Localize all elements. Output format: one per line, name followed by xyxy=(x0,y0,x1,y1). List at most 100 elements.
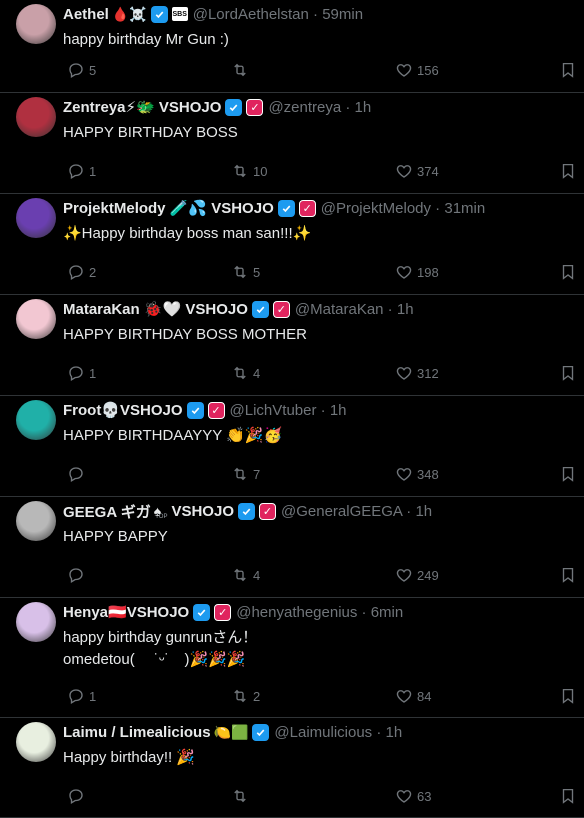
user-handle[interactable]: @GeneralGEEGA · 1h xyxy=(281,503,432,520)
bookmark-button[interactable] xyxy=(555,566,577,584)
separator-dot: · xyxy=(357,603,371,621)
like-button[interactable]: 374 xyxy=(391,162,439,180)
timestamp[interactable]: 1h xyxy=(330,402,347,419)
verified-badge-icon xyxy=(150,5,168,23)
user-handle[interactable]: @zentreya · 1h xyxy=(268,99,371,116)
display-name[interactable]: Aethel xyxy=(63,6,109,23)
avatar[interactable] xyxy=(16,722,56,762)
tweet[interactable]: Aethel 🩸☠️ SBS @LordAethelstan · 59min happy… xyxy=(0,0,584,93)
user-handle[interactable]: @LichVtuber · 1h xyxy=(230,402,347,419)
reply-button[interactable]: 1 xyxy=(63,687,96,705)
action-count: 312 xyxy=(417,365,439,381)
retweet-button[interactable]: 4 xyxy=(227,364,260,382)
like-button[interactable]: 63 xyxy=(391,787,431,805)
bookmark-icon xyxy=(559,566,577,584)
like-button[interactable]: 156 xyxy=(391,61,439,79)
affiliate-badge-icon[interactable]: ✓ xyxy=(214,603,232,621)
reply-button[interactable]: 1 xyxy=(63,364,96,382)
tweet[interactable]: MataraKan 🐞🤍 VSHOJO ✓ @MataraKan · 1h HAPPY… xyxy=(0,295,584,396)
avatar[interactable] xyxy=(16,198,56,238)
tweet[interactable]: Zentreya⚡🐲 VSHOJO ✓ @zentreya · 1h HAPPY BI… xyxy=(0,93,584,194)
bookmark-icon xyxy=(559,364,577,382)
timestamp[interactable]: 1h xyxy=(415,503,432,520)
handle-text: @GeneralGEEGA xyxy=(281,502,403,520)
tweet-feed: Aethel 🩸☠️ SBS @LordAethelstan · 59min happy… xyxy=(0,0,584,818)
action-count: 1 xyxy=(89,365,97,381)
action-count: 4 xyxy=(253,567,261,583)
reply-button[interactable]: 5 xyxy=(63,61,96,79)
reply-button[interactable] xyxy=(63,566,89,584)
heart-icon xyxy=(395,465,413,483)
retweet-button[interactable]: 7 xyxy=(227,465,260,483)
bookmark-button[interactable] xyxy=(555,687,577,705)
user-handle[interactable]: @Laimulicious · 1h xyxy=(274,724,402,741)
tweet-actions: 4 249 xyxy=(63,566,574,586)
user-handle[interactable]: @MataraKan · 1h xyxy=(295,301,414,318)
tweet[interactable]: GEEGA ギガ ♠ TOP VSHOJO ✓ @GeneralGEEGA · 1h HAP… xyxy=(0,497,584,598)
timestamp[interactable]: 1h xyxy=(386,724,403,741)
display-name[interactable]: GEEGA ギガ xyxy=(63,502,151,521)
bookmark-button[interactable] xyxy=(555,162,577,180)
timestamp[interactable]: 1h xyxy=(397,301,414,318)
label-badge-icon[interactable]: SBS xyxy=(171,7,188,21)
like-button[interactable]: 198 xyxy=(391,263,439,281)
display-name[interactable]: Laimu / Limealicious xyxy=(63,724,211,741)
action-count: 4 xyxy=(253,365,261,381)
display-name[interactable]: Froot💀VSHOJO xyxy=(63,401,183,419)
timestamp[interactable]: 59min xyxy=(322,6,363,23)
retweet-button[interactable]: 4 xyxy=(227,566,260,584)
avatar[interactable] xyxy=(16,501,56,541)
reply-button[interactable]: 2 xyxy=(63,263,96,281)
affiliate-badge-icon[interactable]: ✓ xyxy=(298,199,316,217)
avatar[interactable] xyxy=(16,299,56,339)
timestamp[interactable]: 6min xyxy=(371,604,404,621)
reply-icon xyxy=(67,787,85,805)
bookmark-button[interactable] xyxy=(555,364,577,382)
avatar[interactable] xyxy=(16,602,56,642)
display-name[interactable]: ProjektMelody 🧪💦 VSHOJO xyxy=(63,199,274,217)
user-handle[interactable]: @ProjektMelody · 31min xyxy=(321,200,485,217)
display-name[interactable]: MataraKan 🐞🤍 VSHOJO xyxy=(63,300,248,318)
bookmark-icon xyxy=(559,687,577,705)
bookmark-button[interactable] xyxy=(555,465,577,483)
retweet-button[interactable]: 10 xyxy=(227,162,267,180)
retweet-button[interactable] xyxy=(227,787,253,805)
bookmark-button[interactable] xyxy=(555,787,577,805)
tweet[interactable]: Henya🇦🇹VSHOJO ✓ @henyathegenius · 6min happ… xyxy=(0,598,584,718)
bookmark-button[interactable] xyxy=(555,61,577,79)
display-name[interactable]: Henya🇦🇹VSHOJO xyxy=(63,603,189,621)
retweet-button[interactable] xyxy=(227,61,253,79)
action-count: 249 xyxy=(417,567,439,583)
retweet-button[interactable]: 2 xyxy=(227,687,260,705)
display-name-suffix[interactable]: VSHOJO xyxy=(171,503,234,520)
like-button[interactable]: 348 xyxy=(391,465,439,483)
user-handle[interactable]: @LordAethelstan · 59min xyxy=(193,6,363,23)
affiliate-badge-icon[interactable]: ✓ xyxy=(207,401,225,419)
retweet-button[interactable]: 5 xyxy=(227,263,260,281)
user-handle[interactable]: @henyathegenius · 6min xyxy=(236,604,403,621)
avatar[interactable] xyxy=(16,400,56,440)
handle-text: @henyathegenius xyxy=(236,603,358,621)
separator-dot: · xyxy=(372,723,386,741)
like-button[interactable]: 249 xyxy=(391,566,439,584)
bookmark-button[interactable] xyxy=(555,263,577,281)
timestamp[interactable]: 31min xyxy=(444,200,485,217)
display-name[interactable]: Zentreya⚡🐲 VSHOJO xyxy=(63,98,221,116)
avatar[interactable] xyxy=(16,4,56,44)
like-button[interactable]: 312 xyxy=(391,364,439,382)
tweet[interactable]: Laimu / Limealicious 🍋🟩 @Laimulicious · 1h… xyxy=(0,718,584,818)
reply-button[interactable] xyxy=(63,465,89,483)
affiliate-badge-icon[interactable]: ✓ xyxy=(272,300,290,318)
action-count: 7 xyxy=(253,466,261,482)
reply-button[interactable]: 1 xyxy=(63,162,96,180)
affiliate-badge-icon[interactable]: ✓ xyxy=(246,98,264,116)
verified-badge-icon xyxy=(186,401,204,419)
timestamp[interactable]: 1h xyxy=(355,99,372,116)
tweet[interactable]: Froot💀VSHOJO ✓ @LichVtuber · 1h HAPPY BIRTH… xyxy=(0,396,584,497)
tweet-header: MataraKan 🐞🤍 VSHOJO ✓ @MataraKan · 1h xyxy=(63,300,572,318)
reply-button[interactable] xyxy=(63,787,89,805)
like-button[interactable]: 84 xyxy=(391,687,431,705)
tweet[interactable]: ProjektMelody 🧪💦 VSHOJO ✓ @ProjektMelody ·… xyxy=(0,194,584,295)
avatar[interactable] xyxy=(16,97,56,137)
affiliate-badge-icon[interactable]: ✓ xyxy=(259,502,276,520)
